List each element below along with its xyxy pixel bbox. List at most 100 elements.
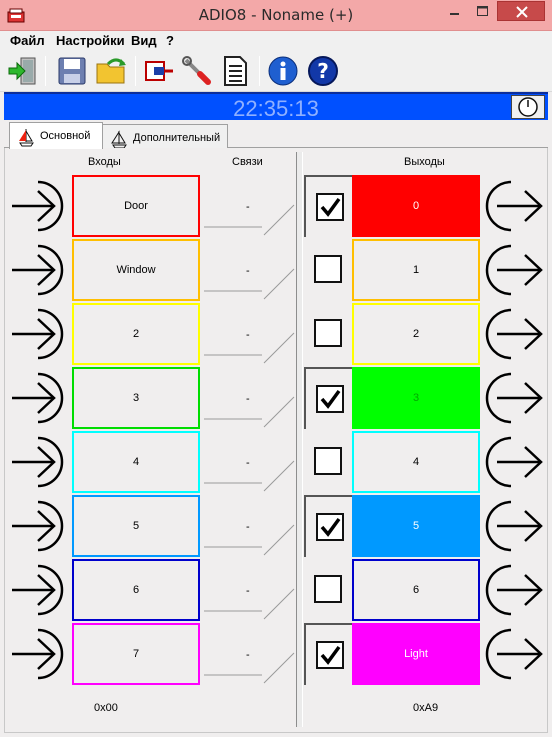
link-value: - [246,585,250,597]
links-header: Связи [232,156,263,168]
output-checkbox[interactable] [314,447,342,475]
link-value: - [246,649,250,661]
help-icon: ? [308,56,338,86]
document-button[interactable] [218,54,252,88]
open-button[interactable] [94,54,128,88]
input-channel-button[interactable]: Window [72,239,200,301]
clock-icon [518,97,538,117]
output-arrow-icon [481,241,545,299]
output-channel-button[interactable]: 1 [352,239,480,301]
maximize-button[interactable] [469,1,496,21]
output-toggle-cell [304,559,352,621]
link-value: - [246,393,250,405]
output-toggle-cell [304,303,352,365]
outputs-hex-value: 0xA9 [413,702,439,714]
output-channel-button[interactable]: 3 [352,367,480,429]
output-channel-label: 3 [412,392,420,404]
output-channel-label: 2 [412,328,420,340]
input-channel-button[interactable]: 5 [72,495,200,557]
save-icon [58,57,86,85]
tools-button[interactable] [180,54,214,88]
input-arrow-icon [8,241,68,299]
link-value: - [246,201,250,213]
checkmark-icon [320,517,341,537]
sailboat-red-icon [19,129,34,147]
link-cell[interactable]: - [202,367,296,429]
input-channel-button[interactable]: 7 [72,623,200,685]
input-channel-button[interactable]: 4 [72,431,200,493]
output-channel-button[interactable]: 6 [352,559,480,621]
input-arrow-icon [8,433,68,491]
column-splitter[interactable] [296,152,303,727]
input-arrow-icon [8,625,68,683]
menu-file[interactable]: Файл [10,33,45,48]
sailboat-icon [111,130,127,149]
output-channel-button[interactable]: Light [352,623,480,685]
output-channel-label: 4 [412,456,420,468]
menu-view[interactable]: Вид [131,33,157,48]
info-button[interactable] [266,54,300,88]
output-channel-label: 5 [412,520,420,532]
save-button[interactable] [55,54,89,88]
output-toggle-cell [304,431,352,493]
tab-strip: Основной Дополнительный [4,122,548,149]
output-channel-button[interactable]: 5 [352,495,480,557]
output-checkbox[interactable] [316,193,344,221]
output-checkbox[interactable] [314,575,342,603]
link-cell[interactable]: - [202,495,296,557]
output-arrow-icon [481,369,545,427]
output-toggle-cell [304,239,352,301]
input-arrow-icon [8,561,68,619]
input-channel-button[interactable]: 3 [72,367,200,429]
input-channel-button[interactable]: 2 [72,303,200,365]
link-value: - [246,265,250,277]
output-channel-button[interactable]: 2 [352,303,480,365]
output-channel-label: 6 [412,584,420,596]
menu-help[interactable]: ? [166,33,174,48]
output-checkbox[interactable] [316,513,344,541]
open-folder-icon [96,58,126,84]
output-checkbox[interactable] [316,385,344,413]
output-channel-label: Light [404,648,428,660]
connect-button[interactable] [142,54,176,88]
link-cell[interactable]: - [202,559,296,621]
input-channel-button[interactable]: Door [72,175,200,237]
info-icon [268,56,298,86]
output-checkbox[interactable] [314,255,342,283]
tab-main[interactable]: Основной [9,122,103,149]
inputs-hex-value: 0x00 [94,702,118,714]
output-toggle-cell [304,367,352,429]
output-checkbox[interactable] [316,641,344,669]
input-channel-button[interactable]: 6 [72,559,200,621]
link-cell[interactable]: - [202,175,296,237]
output-toggle-cell [304,175,352,237]
link-cell[interactable]: - [202,431,296,493]
minimize-button[interactable] [441,1,468,21]
clock-button[interactable] [511,95,545,119]
checkmark-icon [320,645,341,665]
output-arrow-icon [481,305,545,363]
output-toggle-cell [304,623,352,685]
help-button[interactable]: ? [306,54,340,88]
tab-main-label: Основной [40,130,91,142]
document-icon [224,56,247,86]
close-icon [516,6,528,18]
output-channel-button[interactable]: 0 [352,175,480,237]
tab-extra[interactable]: Дополнительный [102,124,228,149]
input-arrow-icon [8,369,68,427]
input-channel-label: 2 [132,328,140,340]
exit-button[interactable] [5,54,39,88]
toolbar: ? [0,50,552,92]
output-arrow-icon [481,177,545,235]
menu-settings[interactable]: Настройки [56,33,125,48]
output-channel-label: 1 [412,264,420,276]
checkmark-icon [320,197,341,217]
menu-bar: Файл Настройки Вид ? [0,31,552,50]
link-cell[interactable]: - [202,623,296,685]
clock-bar: 22:35:13 [4,92,548,121]
output-channel-button[interactable]: 4 [352,431,480,493]
link-cell[interactable]: - [202,303,296,365]
output-checkbox[interactable] [314,319,342,347]
link-cell[interactable]: - [202,239,296,301]
close-button[interactable] [497,1,545,21]
